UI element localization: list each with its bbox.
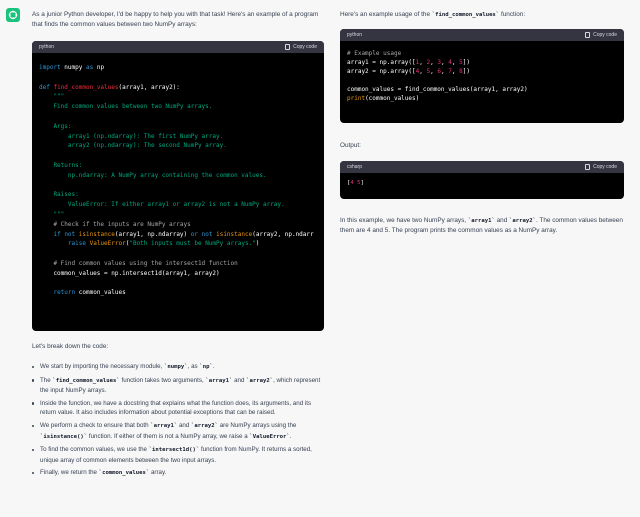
code-line: """ — [39, 210, 65, 218]
code-header: python Copy code — [32, 41, 324, 53]
intro-paragraph: As a junior Python developer, I'd be hap… — [32, 11, 319, 28]
code-line: array2 (np.ndarray): The second NumPy ar… — [39, 142, 227, 150]
inline-code: `array1` — [467, 218, 495, 224]
inline-code: `array2` — [246, 377, 274, 384]
code-header: python Copy code — [340, 29, 624, 41]
output-label: Output: — [340, 142, 361, 149]
code-line: Returns: — [39, 161, 83, 169]
code-line: return common_values — [53, 289, 126, 297]
right-panel: Here's an example usage of the `find_com… — [332, 0, 640, 517]
clipboard-icon — [285, 44, 291, 50]
code-language: python — [39, 44, 55, 50]
code-header: csharp Copy code — [340, 161, 624, 173]
inline-code: `numpy` — [164, 364, 188, 370]
code-content: [4 5] — [340, 173, 624, 195]
code-line: common_values = find_common_values(array… — [347, 86, 528, 93]
code-line: import numpy as np — [39, 64, 105, 71]
copy-code-label: Copy code — [593, 164, 617, 170]
inline-code: `ValueError` — [249, 433, 290, 440]
inline-code: `common_values` — [98, 470, 150, 477]
copy-code-button[interactable]: Copy code — [585, 164, 617, 170]
code-line: np.ndarray: A NumPy array containing the… — [39, 171, 267, 179]
inline-code: `array1` — [150, 422, 178, 429]
chatgpt-logo-icon — [6, 8, 20, 22]
code-line: [4 5] — [347, 180, 364, 186]
inline-code: `array2` — [191, 422, 218, 429]
code-line: array2 = np.array([4, 5, 6, 7, 8]) — [347, 68, 470, 75]
inline-code: `np` — [199, 364, 213, 370]
clipboard-icon — [585, 164, 591, 170]
code-line: # Find common values using the intersect… — [39, 259, 238, 267]
code-line: """ — [39, 93, 65, 101]
clipboard-icon — [585, 32, 591, 38]
code-line: # Check if the inputs are NumPy arrays — [39, 220, 191, 228]
code-line: if not isinstance(array1, np.ndarray) or… — [53, 230, 314, 238]
inline-code: `find_common_values` — [431, 12, 500, 18]
code-content: import numpy as np def find_common_value… — [32, 53, 324, 306]
code-language: python — [347, 32, 363, 38]
code-line: ValueError: If either array1 or array2 i… — [39, 201, 285, 209]
code-line: def find_common_values(array1, array2): — [39, 83, 180, 91]
list-item: The `find_common_values` function takes … — [32, 376, 328, 396]
usage-code-block: python Copy code # Example usage array1 =… — [340, 29, 624, 123]
copy-code-button[interactable]: Copy code — [285, 44, 317, 50]
inline-code: `array2` — [509, 218, 536, 224]
copy-code-button[interactable]: Copy code — [585, 32, 617, 38]
code-line: print(common_values) — [347, 95, 420, 102]
list-item: Finally, we return the `common_values` a… — [32, 468, 328, 479]
code-line: common_values = np.intersect1d(array1, a… — [39, 269, 220, 277]
inline-code: `isinstance()` — [40, 433, 88, 440]
explanation-list: We start by importing the necessary modu… — [32, 362, 328, 482]
code-language: csharp — [347, 164, 363, 170]
copy-code-label: Copy code — [293, 44, 317, 50]
code-line: Find common values between two NumPy arr… — [39, 103, 213, 111]
main-code-block: python Copy code import numpy as np def … — [32, 41, 324, 331]
output-code-block: csharp Copy code [4 5] — [340, 161, 624, 199]
list-item: To find the common values, we use the `i… — [32, 445, 328, 465]
code-line: # Example usage — [347, 50, 402, 57]
list-item: Inside the function, we have a docstring… — [32, 399, 328, 418]
usage-intro: Here's an example usage of the `find_com… — [340, 11, 526, 18]
code-line: array1 = np.array([1, 2, 3, 4, 5]) — [347, 59, 470, 66]
left-panel: As a junior Python developer, I'd be hap… — [0, 0, 332, 517]
code-line: Raises: — [39, 191, 79, 199]
code-line: raise ValueError("Both inputs must be Nu… — [67, 240, 260, 248]
list-item: We perform a check to ensure that both `… — [32, 421, 328, 442]
code-line: Args: — [39, 122, 72, 130]
code-line: array1 (np.ndarray): The first NumPy arr… — [39, 132, 224, 140]
breakdown-intro: Let's break down the code: — [32, 343, 109, 350]
list-item: We start by importing the necessary modu… — [32, 362, 328, 373]
inline-code: `array1` — [205, 377, 233, 384]
code-content: # Example usage array1 = np.array([1, 2, … — [340, 41, 624, 111]
copy-code-label: Copy code — [593, 32, 617, 38]
inline-code: `find_common_values` — [52, 377, 120, 384]
closing-paragraph: In this example, we have two NumPy array… — [340, 217, 623, 234]
inline-code: `intersect1d()` — [148, 447, 200, 454]
